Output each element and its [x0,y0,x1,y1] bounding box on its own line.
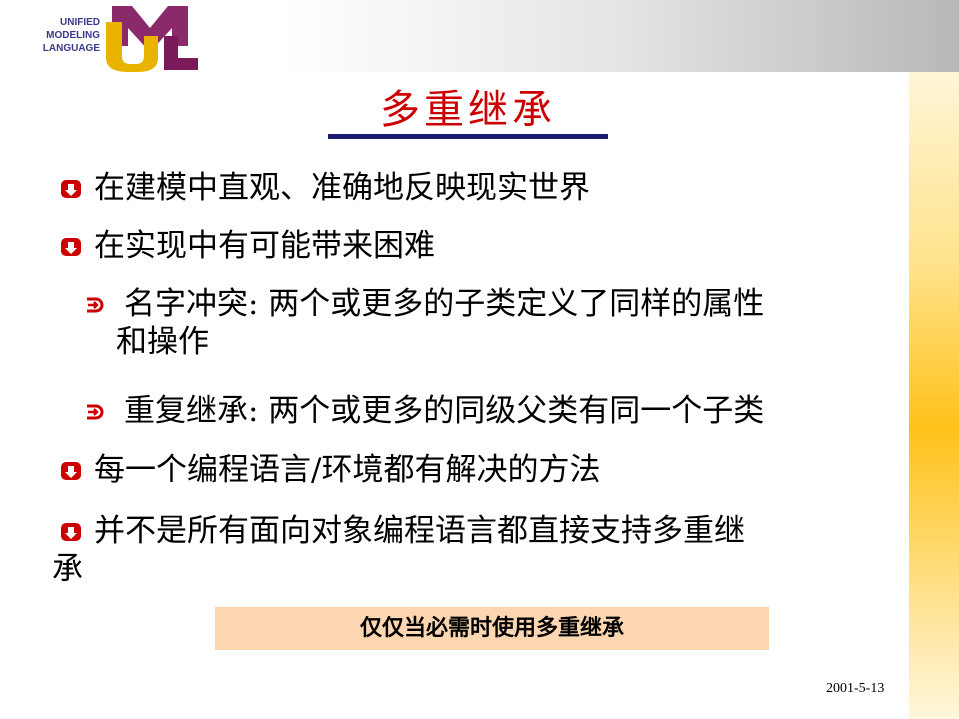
logo-line-language: LANGUAGE [42,43,100,54]
bullet-text: 在实现中有可能带来困难 [94,228,435,264]
bullet-arrow-icon [61,462,81,480]
logo-line-unified: UNIFIED [60,17,100,28]
bullet-item: 并不是所有面向对象编程语言都直接支持多重继 承 [52,512,910,588]
bullet-item: 在实现中有可能带来困难 [60,227,910,265]
side-band [909,72,959,719]
sub-bullet-text: 名字冲突: 两个或更多的子类定义了同样的属性 [124,286,765,322]
uml-logo-icon [106,6,198,72]
sub-bullet-arrow-icon [87,404,104,420]
bullet-arrow-icon [61,238,81,256]
sub-bullet-item: 名字冲突: 两个或更多的子类定义了同样的属性 和操作 [84,285,904,361]
bullet-text: 并不是所有面向对象编程语言都直接支持多重继 [94,513,745,549]
logo-text: UNIFIED MODELING LANGUAGE [28,16,100,55]
note-box: 仅仅当必需时使用多重继承 [215,607,769,650]
bullet-text: 在建模中直观、准确地反映现实世界 [94,170,590,206]
title-underline [328,134,608,139]
bullet-arrow-icon [61,523,81,541]
sub-bullet-item: 重复继承: 两个或更多的同级父类有同一个子类 [84,392,904,430]
logo-line-modeling: MODELING [46,30,100,41]
slide-date: 2001-5-13 [826,681,885,696]
bullet-item: 每一个编程语言/环境都有解决的方法 [60,451,910,489]
bullet-text-continued: 承 [52,551,83,587]
sub-bullet-text: 重复继承: 两个或更多的同级父类有同一个子类 [124,393,765,429]
sub-bullet-text-continued: 和操作 [116,324,209,360]
sub-bullet-arrow-icon [87,297,104,313]
uml-logo: UNIFIED MODELING LANGUAGE [28,2,204,72]
bullet-text: 每一个编程语言/环境都有解决的方法 [94,452,601,488]
bullet-arrow-icon [61,180,81,198]
bullet-item: 在建模中直观、准确地反映现实世界 [60,169,910,207]
title-area: 多重继承 [328,80,608,140]
slide-title: 多重继承 [380,87,556,133]
